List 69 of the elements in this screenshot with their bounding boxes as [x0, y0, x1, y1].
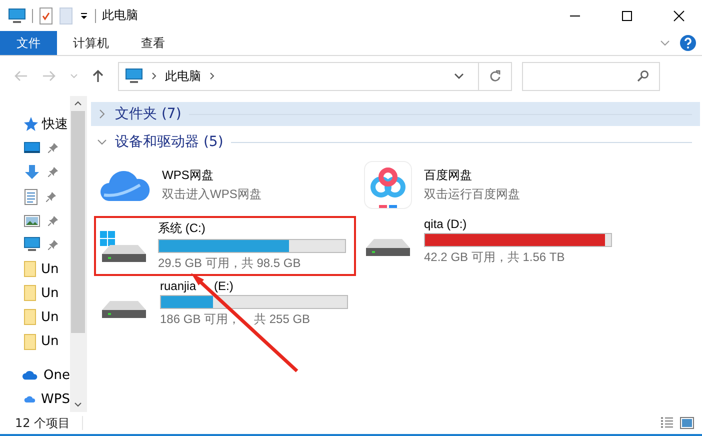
document-icon: [24, 188, 38, 205]
sidebar-item[interactable]: 快速: [42, 115, 68, 134]
download-icon: [24, 164, 40, 180]
computer-icon[interactable]: [8, 8, 26, 24]
desktop-icon: [24, 142, 40, 154]
folder-icon: [24, 334, 36, 350]
maximize-icon: [621, 10, 633, 22]
sidebar-item[interactable]: Un: [41, 262, 59, 277]
cloud-icon: [24, 394, 36, 406]
window-title: 此电脑: [102, 7, 138, 24]
group-header[interactable]: 设备和驱动器 (5): [91, 130, 700, 154]
path-segment[interactable]: 此电脑: [165, 68, 201, 84]
chevron-up-icon[interactable]: [74, 101, 82, 106]
app-icon: [364, 161, 412, 209]
up-icon[interactable]: [92, 69, 104, 83]
item-name[interactable]: 百度网盘: [424, 167, 520, 184]
sidebar-item[interactable]: One: [44, 368, 70, 384]
pin-icon[interactable]: [48, 167, 58, 178]
folder-icon: [24, 285, 36, 302]
item-name[interactable]: WPS网盘: [162, 167, 262, 184]
drive-name[interactable]: 系统 (C:): [158, 220, 206, 237]
pictures-icon: [24, 214, 40, 227]
drive-name[interactable]: qita (D:): [424, 216, 467, 230]
drive-usage: 186 GB 可用，: [160, 310, 240, 328]
address-bar[interactable]: 此电脑: [118, 62, 512, 90]
search-icon: [637, 70, 649, 82]
chevron-right-icon[interactable]: [151, 72, 157, 80]
chevron-down-icon[interactable]: [454, 73, 464, 79]
drive-letter: (E:): [214, 278, 234, 292]
pin-icon[interactable]: [48, 143, 58, 154]
chevron-down-icon: [97, 139, 107, 145]
large-icons-view-icon[interactable]: [680, 417, 694, 429]
sidebar-item[interactable]: Un: [41, 334, 59, 350]
ribbon-tab[interactable]: 文件: [0, 31, 57, 55]
folder-icon: [24, 309, 36, 326]
sidebar-item[interactable]: WPS: [41, 392, 70, 408]
computer-icon: [125, 68, 143, 84]
ribbon-tab[interactable]: 查看: [125, 31, 181, 55]
item-description: 双击进入WPS网盘: [162, 186, 262, 203]
ribbon-tab[interactable]: 计算机: [57, 31, 125, 55]
group-header[interactable]: 文件夹 (7): [91, 102, 700, 126]
pin-icon[interactable]: [46, 192, 56, 202]
chevron-right-icon[interactable]: [209, 72, 215, 80]
drive-name[interactable]: ruanjia: [160, 278, 196, 292]
chevron-down-icon[interactable]: [74, 402, 82, 407]
scrollbar-thumb[interactable]: [71, 111, 85, 333]
computer-icon: [24, 237, 40, 252]
cloud-icon: [22, 370, 39, 382]
refresh-icon[interactable]: [489, 70, 501, 82]
drive-capacity: 共 255 GB: [254, 310, 310, 328]
item-count: 12 个项目: [15, 414, 70, 432]
item-description: 双击运行百度网盘: [424, 186, 520, 203]
star-icon: [22, 116, 38, 132]
search-field[interactable]: [522, 62, 660, 90]
chevron-right-icon: [99, 109, 105, 119]
properties-icon[interactable]: [39, 6, 53, 24]
folder-icon: [24, 261, 36, 278]
cloud-icon: [100, 168, 150, 202]
drive-usage: 29.5 GB 可用，共 98.5 GB: [158, 255, 301, 272]
help-icon[interactable]: [680, 35, 696, 51]
details-view-icon[interactable]: [660, 417, 674, 429]
drive-usage: 42.2 GB 可用，共 1.56 TB: [424, 248, 565, 266]
close-icon: [673, 10, 685, 22]
sidebar-item[interactable]: Un: [41, 286, 59, 301]
dropdown-icon[interactable]: [79, 10, 89, 20]
pin-icon[interactable]: [48, 240, 58, 250]
scrollbar[interactable]: [70, 96, 86, 412]
pin-icon[interactable]: [48, 216, 58, 226]
sidebar-item[interactable]: Un: [41, 310, 59, 325]
